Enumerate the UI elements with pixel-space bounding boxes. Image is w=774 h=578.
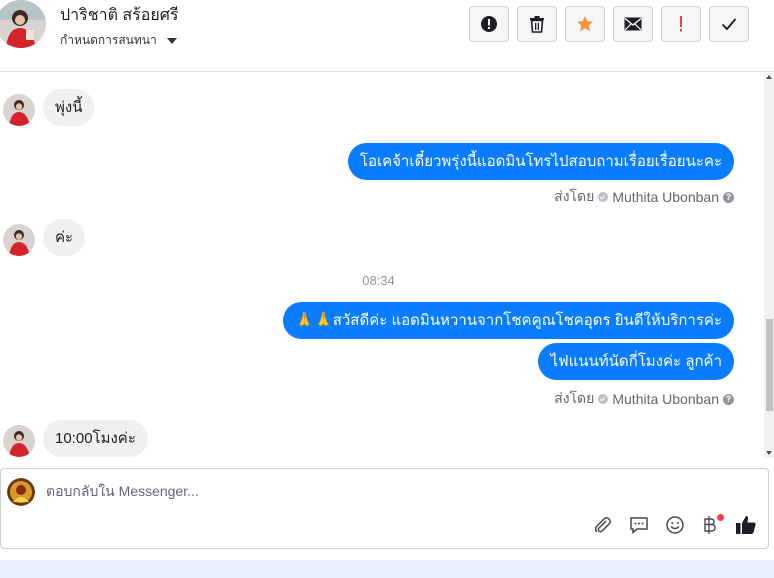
- alert-circle-icon: [480, 15, 498, 33]
- outgoing-message[interactable]: โอเคจ้าเดี๋ยวพรุ่งนี้แอดมินโทรไปสอบถามเร…: [347, 143, 734, 180]
- contact-avatar-small: [3, 224, 35, 256]
- contact-name[interactable]: ปาริชาติ สร้อยศรี: [60, 3, 179, 28]
- incoming-message[interactable]: พุ่งนี้: [43, 89, 95, 126]
- sent-by-info: ส่งโดย Muthita Ubonban ?: [554, 388, 734, 410]
- thumbs-up-icon: [735, 514, 757, 541]
- exclamation-icon: [678, 15, 684, 33]
- incoming-message[interactable]: ค่ะ: [43, 219, 86, 256]
- help-icon[interactable]: ?: [723, 191, 734, 203]
- verified-check-icon: [598, 394, 609, 404]
- agent-name: Muthita Ubonban: [612, 189, 719, 205]
- star-button[interactable]: [565, 6, 605, 42]
- sent-by-info: ส่งโดย Muthita Ubonban ?: [554, 186, 734, 208]
- page-avatar: [7, 478, 35, 506]
- report-spam-button[interactable]: [469, 6, 509, 42]
- caret-down-icon: [166, 37, 177, 44]
- help-icon[interactable]: ?: [723, 393, 734, 405]
- reply-input[interactable]: [46, 481, 546, 501]
- contact-avatar-small: [3, 94, 35, 126]
- mark-unread-button[interactable]: [613, 6, 653, 42]
- agent-name: Muthita Ubonban: [612, 391, 719, 407]
- conversation-actions-label: กำหนดการสนทนา: [60, 33, 157, 47]
- message-thread[interactable]: พุ่งนี้ โอเคจ้าเดี๋ยวพรุ่งนี้แอดมินโทรไป…: [0, 73, 774, 458]
- notification-dot: [717, 514, 724, 521]
- attach-file-button[interactable]: [592, 516, 614, 538]
- mark-done-button[interactable]: [709, 6, 749, 42]
- saved-reply-icon: [629, 515, 649, 540]
- contact-avatar[interactable]: [0, 0, 46, 48]
- trash-icon: [529, 15, 545, 33]
- baht-payment-icon: [703, 515, 717, 540]
- contact-avatar-small: [3, 425, 35, 457]
- conversation-header: ปาริชาติ สร้อยศรี กำหนดการสนทนา: [0, 0, 774, 72]
- scrollbar-thumb[interactable]: [766, 319, 773, 411]
- envelope-icon: [624, 17, 642, 31]
- sent-by-label: ส่งโดย: [554, 188, 595, 204]
- message-composer: [0, 468, 769, 549]
- saved-replies-button[interactable]: [628, 516, 650, 538]
- incoming-message[interactable]: 10:00โมงค่ะ: [43, 420, 148, 457]
- send-like-button[interactable]: [735, 514, 757, 541]
- message-scrollbar[interactable]: [764, 73, 774, 458]
- verified-check-icon: [598, 192, 609, 202]
- paperclip-icon: [593, 515, 613, 540]
- emoji-icon: [665, 515, 685, 540]
- star-icon: [576, 15, 594, 33]
- outgoing-message[interactable]: ไฟแนนท์นัดกี่โมงค่ะ ลูกค้า: [538, 343, 734, 380]
- timestamp-separator: 08:34: [362, 273, 395, 288]
- outgoing-message[interactable]: 🙏🙏สวัสดีค่ะ แอดมินหวานจากโชคคูณโชคอุดร ย…: [283, 302, 734, 339]
- emoji-button[interactable]: [664, 515, 686, 540]
- scroll-down-arrow-icon[interactable]: [766, 451, 772, 455]
- inbox-conversation-view: ปาริชาติ สร้อยศรี กำหนดการสนทนา พุ่งนี้ …: [0, 0, 774, 578]
- scroll-up-arrow-icon[interactable]: [766, 75, 772, 79]
- follow-up-button[interactable]: [661, 6, 701, 42]
- check-icon: [721, 17, 737, 31]
- bottom-background-strip: [0, 560, 774, 578]
- conversation-actions-dropdown[interactable]: กำหนดการสนทนา: [60, 31, 177, 50]
- sent-by-label: ส่งโดย: [554, 390, 595, 406]
- delete-button[interactable]: [517, 6, 557, 42]
